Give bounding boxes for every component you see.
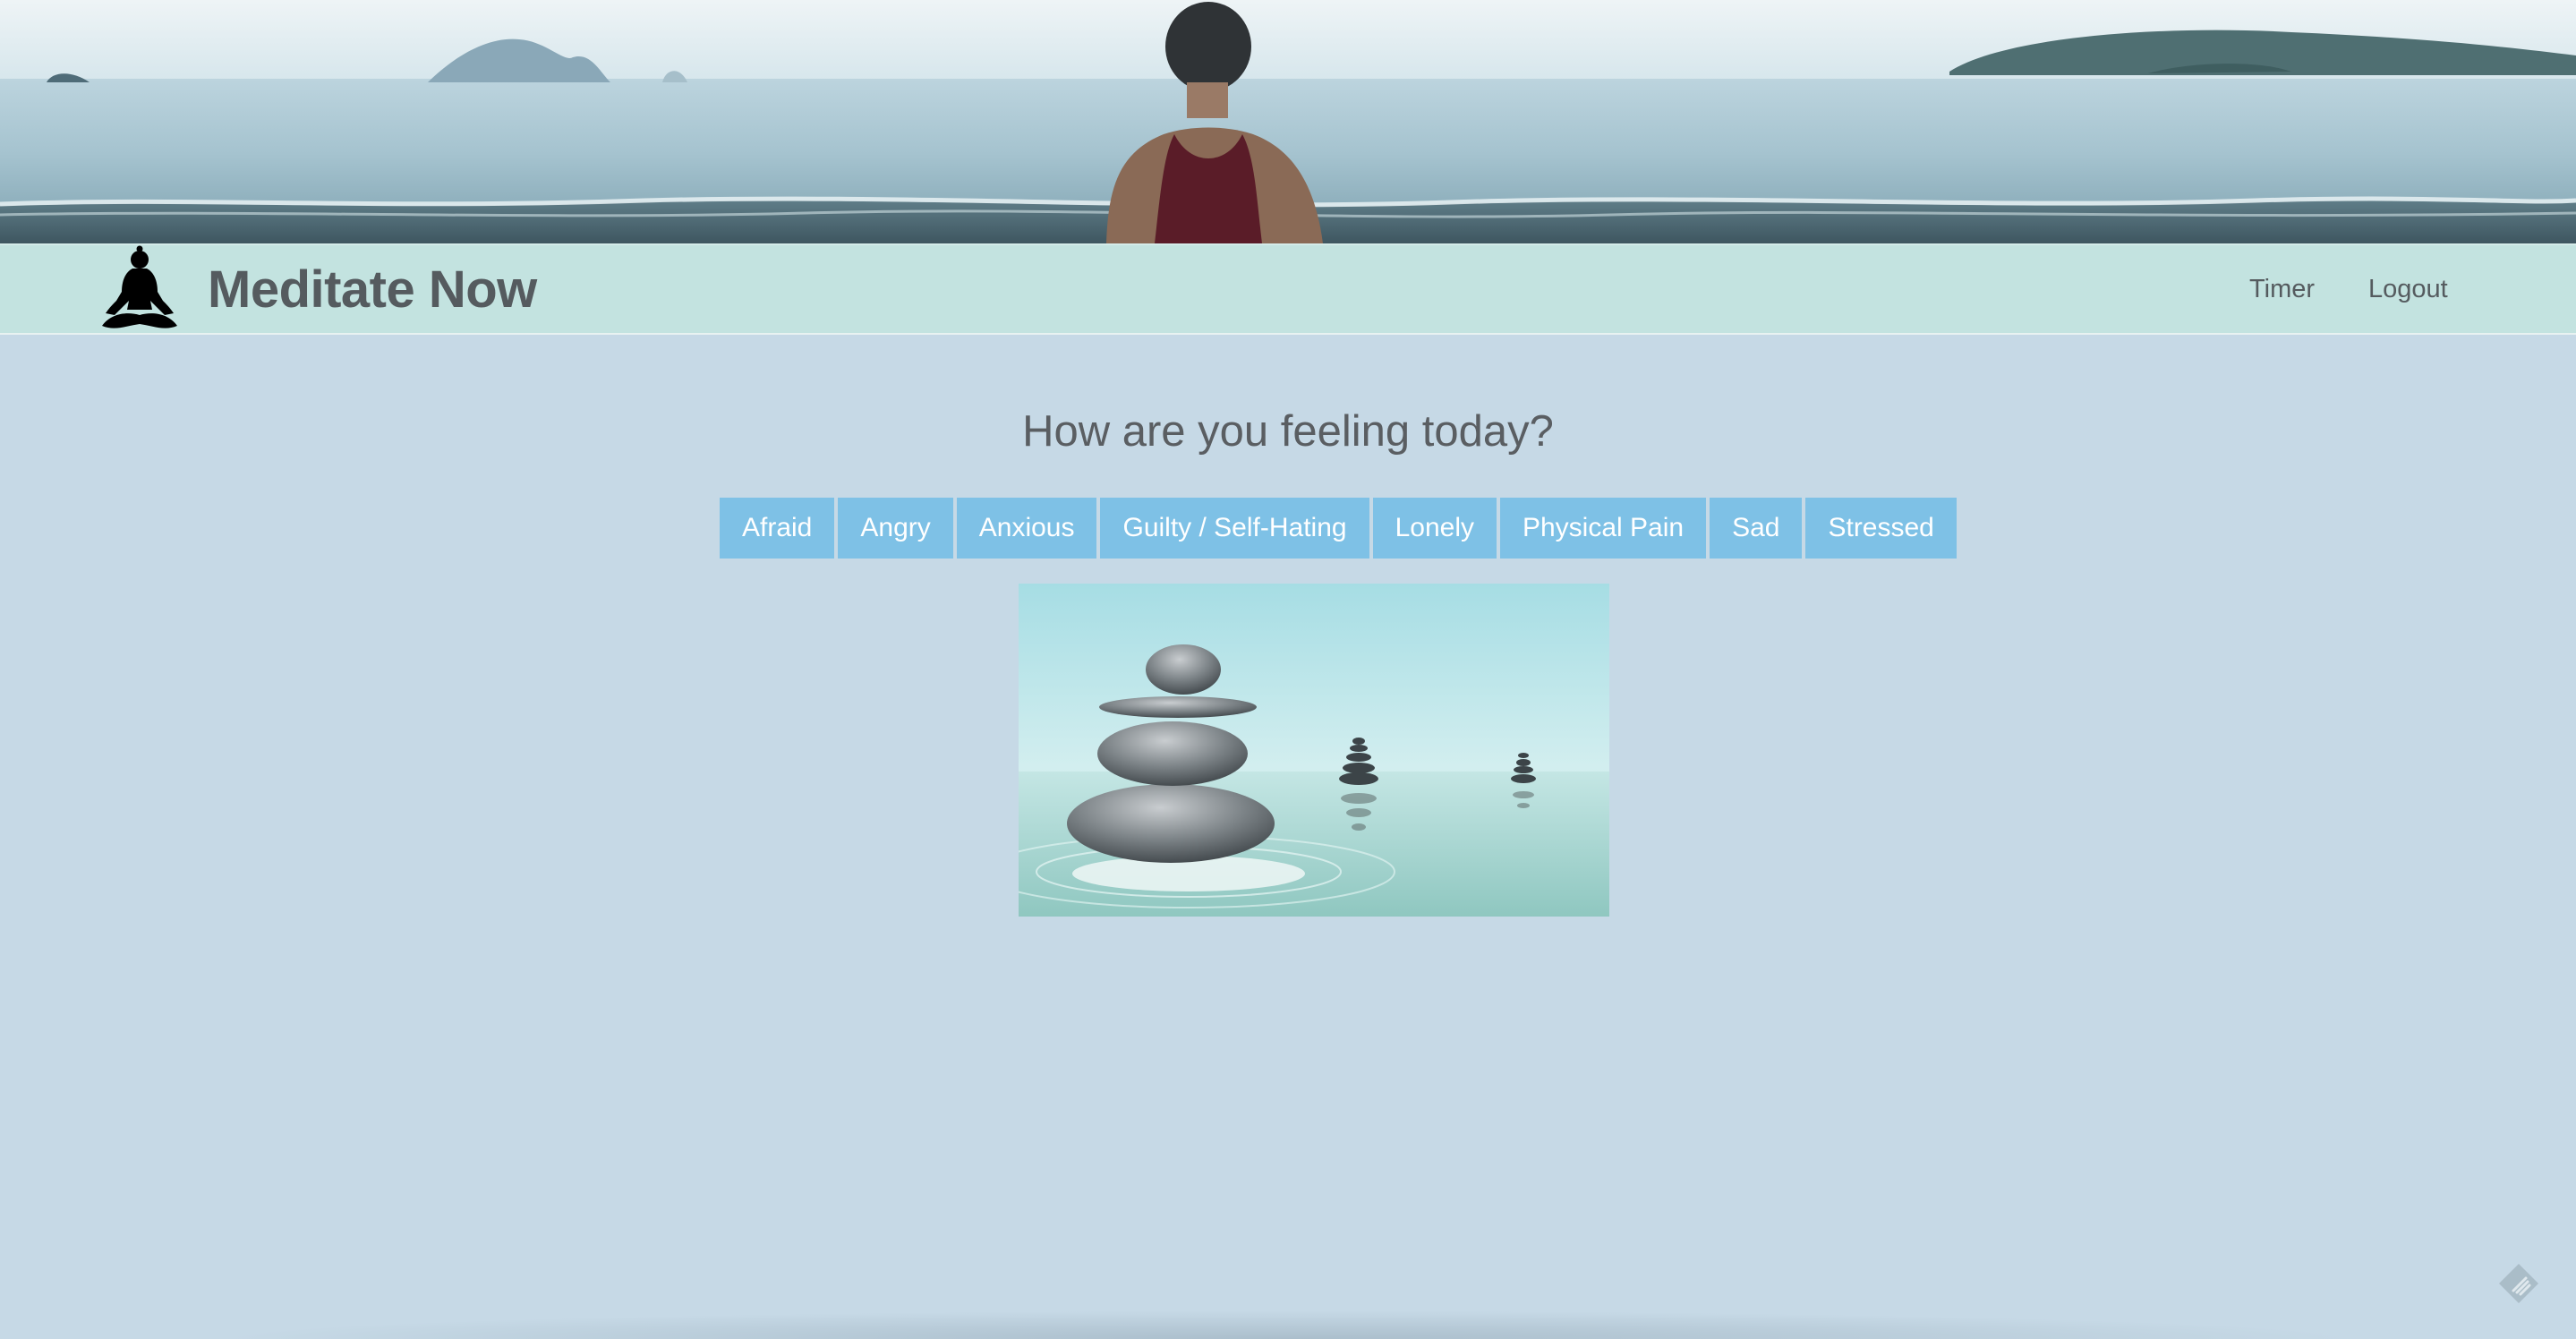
meditation-pose-icon[interactable] [98, 245, 181, 333]
mood-button-stressed[interactable]: Stressed [1805, 498, 1957, 559]
nav-logout-link[interactable]: Logout [2368, 274, 2448, 304]
feedly-icon[interactable] [2495, 1260, 2542, 1307]
hero-banner [0, 0, 2576, 243]
navbar: Meditate Now Timer Logout [0, 243, 2576, 335]
mood-button-physical-pain[interactable]: Physical Pain [1499, 498, 1707, 559]
brand-title[interactable]: Meditate Now [208, 261, 537, 319]
stacked-zen-stones-image [1019, 584, 1609, 917]
mood-button-afraid[interactable]: Afraid [720, 498, 835, 559]
mood-button-sad[interactable]: Sad [1710, 498, 1803, 559]
page-question: How are you feeling today? [1022, 407, 1554, 456]
hero-beach-scene [0, 0, 2576, 243]
mood-button-lonely[interactable]: Lonely [1372, 498, 1497, 559]
mood-button-group: Afraid Angry Anxious Guilty / Self-Hatin… [720, 498, 1957, 559]
mood-button-anxious[interactable]: Anxious [956, 498, 1097, 559]
nav-timer-link[interactable]: Timer [2249, 274, 2315, 304]
footer-shadow [215, 1310, 2363, 1339]
mood-button-angry[interactable]: Angry [838, 498, 953, 559]
mood-button-guilty[interactable]: Guilty / Self-Hating [1100, 498, 1369, 559]
